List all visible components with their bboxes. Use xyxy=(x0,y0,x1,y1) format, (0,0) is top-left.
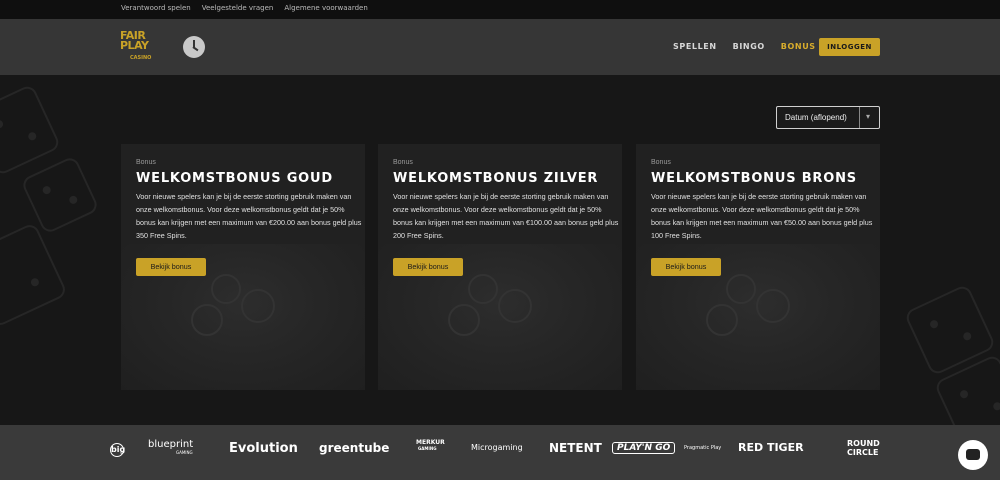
provider-logo-bar: big blueprint GAMING Evolution greentube… xyxy=(0,425,1000,480)
provider-logo-playngo: PLAY'N GO xyxy=(612,442,676,454)
nav-item-bingo[interactable]: BINGO xyxy=(733,42,765,51)
card-description: Voor nieuwe spelers kan je bij de eerste… xyxy=(393,192,619,240)
card-description: Voor nieuwe spelers kan je bij de eerste… xyxy=(136,192,362,240)
card-title: WELKOMSTBONUS BRONS xyxy=(651,171,857,186)
chip-shape xyxy=(726,274,756,304)
dice-decoration xyxy=(20,155,100,235)
card-category-label: Bonus xyxy=(393,159,413,166)
provider-name: MERKUR xyxy=(416,439,445,446)
dice-decoration xyxy=(0,83,62,177)
chip-shape xyxy=(191,304,223,336)
card-title: WELKOMSTBONUS ZILVER xyxy=(393,171,599,186)
provider-name: ROUND xyxy=(847,439,880,448)
provider-sub: GAMING xyxy=(176,450,193,455)
sort-dropdown-value: Datum (aflopend) xyxy=(785,113,847,122)
card-title: WELKOMSTBONUS GOUD xyxy=(136,171,333,186)
link-terms[interactable]: Algemene voorwaarden xyxy=(284,4,367,12)
clock-icon xyxy=(183,36,205,58)
sort-dropdown[interactable]: Datum (aflopend) ▾ xyxy=(776,106,880,129)
logo-line-3: CASINO xyxy=(130,55,152,61)
view-bonus-button[interactable]: Bekijk bonus xyxy=(651,258,721,276)
view-bonus-button[interactable]: Bekijk bonus xyxy=(393,258,463,276)
card-category-label: Bonus xyxy=(136,159,156,166)
login-button[interactable]: INLOGGEN xyxy=(819,38,880,56)
provider-logo-evolution: Evolution xyxy=(229,441,298,456)
view-bonus-button[interactable]: Bekijk bonus xyxy=(136,258,206,276)
provider-logo-greentube: greentube xyxy=(319,441,390,455)
chip-shape xyxy=(756,289,790,323)
chevron-down-icon: ▾ xyxy=(866,112,871,121)
chip-shape xyxy=(448,304,480,336)
top-utility-bar: Verantwoord spelen Veelgestelde vragen A… xyxy=(0,0,1000,19)
fairplay-logo[interactable]: FAIR PLAY CASINO xyxy=(120,30,166,65)
provider-sub: GAMING xyxy=(418,446,437,451)
chip-shape xyxy=(241,289,275,323)
logo-line-2: PLAY xyxy=(120,39,149,52)
chip-shape xyxy=(706,304,738,336)
provider-sub: CIRCLE xyxy=(847,448,879,457)
provider-logo-merkur: MERKUR GAMING xyxy=(404,439,445,451)
provider-logo-microgaming: Microgaming xyxy=(471,443,523,452)
chip-shape xyxy=(468,274,498,304)
card-description: Voor nieuwe spelers kan je bij de eerste… xyxy=(651,192,873,240)
provider-logo-roundcircle: ROUND CIRCLE xyxy=(847,439,880,457)
utility-links: Verantwoord spelen Veelgestelde vragen A… xyxy=(121,4,368,12)
nav-item-spellen[interactable]: SPELLEN xyxy=(673,42,717,51)
chip-shape xyxy=(498,289,532,323)
card-category-label: Bonus xyxy=(651,159,671,166)
main-content: Datum (aflopend) ▾ Bonus WELKOMSTBONUS G… xyxy=(0,75,1000,425)
chat-icon[interactable] xyxy=(958,440,988,470)
link-responsible-gaming[interactable]: Verantwoord spelen xyxy=(121,4,191,12)
link-faq[interactable]: Veelgestelde vragen xyxy=(202,4,274,12)
nav-item-bonus[interactable]: BONUS xyxy=(781,42,816,51)
provider-logo-netent: NETENT xyxy=(549,441,602,455)
sort-dropdown-divider xyxy=(859,107,860,128)
site-header: FAIR PLAY CASINO SPELLEN BINGO BONUS INL… xyxy=(0,19,1000,75)
provider-logo-blueprint: blueprint GAMING xyxy=(148,439,193,455)
provider-logo-redtiger: RED TIGER xyxy=(738,441,804,454)
bonus-card-goud: Bonus WELKOMSTBONUS GOUD Voor nieuwe spe… xyxy=(121,144,365,390)
provider-name: blueprint xyxy=(148,439,194,450)
dice-decoration xyxy=(0,221,69,329)
chip-shape xyxy=(211,274,241,304)
bonus-card-zilver: Bonus WELKOMSTBONUS ZILVER Voor nieuwe s… xyxy=(378,144,622,390)
provider-logo-pragmatic: Pragmatic Play xyxy=(684,445,722,451)
bonus-card-brons: Bonus WELKOMSTBONUS BRONS Voor nieuwe sp… xyxy=(636,144,880,390)
provider-logo-big: big xyxy=(110,443,125,457)
main-nav: SPELLEN BINGO BONUS xyxy=(673,42,816,51)
